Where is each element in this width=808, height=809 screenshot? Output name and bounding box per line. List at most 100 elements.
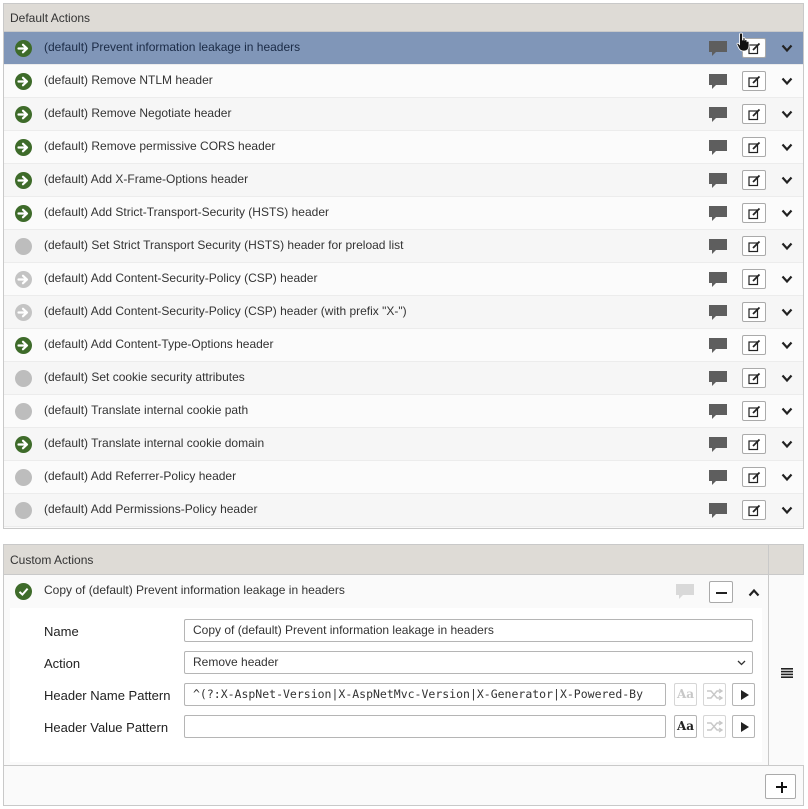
comment-icon[interactable] — [708, 304, 728, 322]
default-action-row[interactable]: (default) Add Content-Security-Policy (C… — [4, 263, 803, 296]
edit-icon — [748, 108, 761, 121]
header-value-pattern-field[interactable] — [184, 715, 666, 738]
default-action-row[interactable]: (default) Prevent information leakage in… — [4, 32, 803, 65]
chevron-down-icon[interactable] — [781, 207, 793, 219]
add-action-button[interactable] — [765, 774, 796, 799]
edit-button[interactable] — [742, 467, 766, 487]
default-action-row[interactable]: (default) Add Content-Type-Options heade… — [4, 329, 803, 362]
case-sensitive-button[interactable]: Aa — [674, 683, 697, 706]
chevron-down-icon[interactable] — [781, 306, 793, 318]
edit-button[interactable] — [742, 401, 766, 421]
edit-button[interactable] — [742, 236, 766, 256]
comment-icon[interactable] — [675, 583, 695, 601]
comment-icon[interactable] — [708, 238, 728, 256]
arrow-right-icon — [15, 271, 32, 288]
comment-icon[interactable] — [708, 403, 728, 421]
custom-action-row[interactable]: Copy of (default) Prevent information le… — [4, 575, 768, 608]
default-action-row[interactable]: (default) Translate internal cookie doma… — [4, 428, 803, 461]
default-action-row[interactable]: (default) Add Referrer-Policy header — [4, 461, 803, 494]
default-action-label: (default) Remove Negotiate header — [44, 106, 232, 120]
edit-button[interactable] — [742, 269, 766, 289]
test-pattern-button[interactable] — [732, 683, 755, 706]
default-action-label: (default) Remove NTLM header — [44, 73, 213, 87]
name-field[interactable]: Copy of (default) Prevent information le… — [184, 619, 753, 642]
arrow-right-icon — [15, 205, 32, 222]
comment-icon[interactable] — [708, 271, 728, 289]
chevron-down-icon[interactable] — [781, 504, 793, 516]
default-action-row[interactable]: (default) Add X-Frame-Options header — [4, 164, 803, 197]
edit-button[interactable] — [742, 500, 766, 520]
comment-icon[interactable] — [708, 172, 728, 190]
chevron-down-icon[interactable] — [781, 240, 793, 252]
header-name-pattern-field[interactable]: ^(?:X-AspNet-Version|X-AspNetMvc-Version… — [184, 683, 666, 706]
edit-button[interactable] — [742, 71, 766, 91]
arrow-right-icon — [15, 172, 32, 189]
case-sensitive-value-button[interactable]: Aa — [674, 715, 697, 738]
default-action-row[interactable]: (default) Set cookie security attributes — [4, 362, 803, 395]
edit-button[interactable] — [742, 203, 766, 223]
edit-button[interactable] — [742, 137, 766, 157]
comment-icon[interactable] — [708, 106, 728, 124]
chevron-down-icon[interactable] — [781, 141, 793, 153]
comment-icon[interactable] — [708, 502, 728, 520]
comment-icon[interactable] — [708, 436, 728, 454]
drag-handle-column — [768, 575, 804, 765]
comment-icon[interactable] — [708, 40, 728, 58]
chevron-down-icon[interactable] — [781, 339, 793, 351]
comment-icon[interactable] — [708, 337, 728, 355]
custom-actions-panel: Custom Actions Copy of (default) Prevent… — [3, 544, 804, 806]
custom-action-label: Copy of (default) Prevent information le… — [44, 583, 345, 597]
menu-icon[interactable] — [781, 667, 793, 681]
edit-icon — [748, 75, 761, 88]
edit-button[interactable] — [742, 170, 766, 190]
edit-icon — [748, 504, 761, 517]
default-action-row[interactable]: (default) Remove NTLM header — [4, 65, 803, 98]
test-value-pattern-button[interactable] — [732, 715, 755, 738]
default-action-row[interactable]: (default) Set Strict Transport Security … — [4, 230, 803, 263]
default-action-label: (default) Add Content-Type-Options heade… — [44, 337, 274, 351]
hand-cursor-icon — [736, 32, 750, 52]
edit-icon — [748, 471, 761, 484]
comment-icon[interactable] — [708, 139, 728, 157]
default-action-row[interactable]: (default) Add Strict-Transport-Security … — [4, 197, 803, 230]
comment-icon[interactable] — [708, 370, 728, 388]
default-actions-list: (default) Prevent information leakage in… — [4, 32, 803, 527]
edit-button[interactable] — [742, 368, 766, 388]
check-circle-icon — [15, 583, 32, 603]
default-action-label: (default) Set cookie security attributes — [44, 370, 245, 384]
chevron-up-icon[interactable] — [748, 586, 760, 600]
chevron-down-icon[interactable] — [781, 471, 793, 483]
default-action-row[interactable]: (default) Add Content-Security-Policy (C… — [4, 296, 803, 329]
shuffle-icon[interactable] — [703, 683, 726, 706]
chevron-down-icon[interactable] — [781, 273, 793, 285]
default-action-row[interactable]: (default) Remove permissive CORS header — [4, 131, 803, 164]
edit-icon — [748, 306, 761, 319]
default-action-row[interactable]: (default) Translate internal cookie path — [4, 395, 803, 428]
action-select[interactable]: Remove header — [184, 651, 753, 674]
chevron-down-icon[interactable] — [781, 108, 793, 120]
comment-icon[interactable] — [708, 469, 728, 487]
play-icon — [741, 722, 749, 732]
arrow-right-icon — [15, 436, 32, 453]
comment-icon[interactable] — [708, 73, 728, 91]
default-action-row[interactable]: (default) Remove Negotiate header — [4, 98, 803, 131]
edit-button[interactable] — [742, 335, 766, 355]
default-action-row[interactable]: (default) Add Permissions-Policy header — [4, 494, 803, 527]
edit-button[interactable] — [742, 302, 766, 322]
chevron-down-icon[interactable] — [781, 42, 793, 54]
chevron-down-icon[interactable] — [781, 438, 793, 450]
edit-icon — [748, 438, 761, 451]
chevron-down-icon[interactable] — [781, 75, 793, 87]
edit-icon — [748, 174, 761, 187]
edit-icon — [748, 207, 761, 220]
arrow-right-icon — [15, 139, 32, 156]
chevron-down-icon[interactable] — [781, 405, 793, 417]
edit-button[interactable] — [742, 104, 766, 124]
comment-icon[interactable] — [708, 205, 728, 223]
shuffle-value-icon[interactable] — [703, 715, 726, 738]
edit-icon — [748, 339, 761, 352]
chevron-down-icon[interactable] — [781, 174, 793, 186]
edit-button[interactable] — [742, 434, 766, 454]
chevron-down-icon[interactable] — [781, 372, 793, 384]
collapse-remove-button[interactable] — [709, 581, 733, 603]
